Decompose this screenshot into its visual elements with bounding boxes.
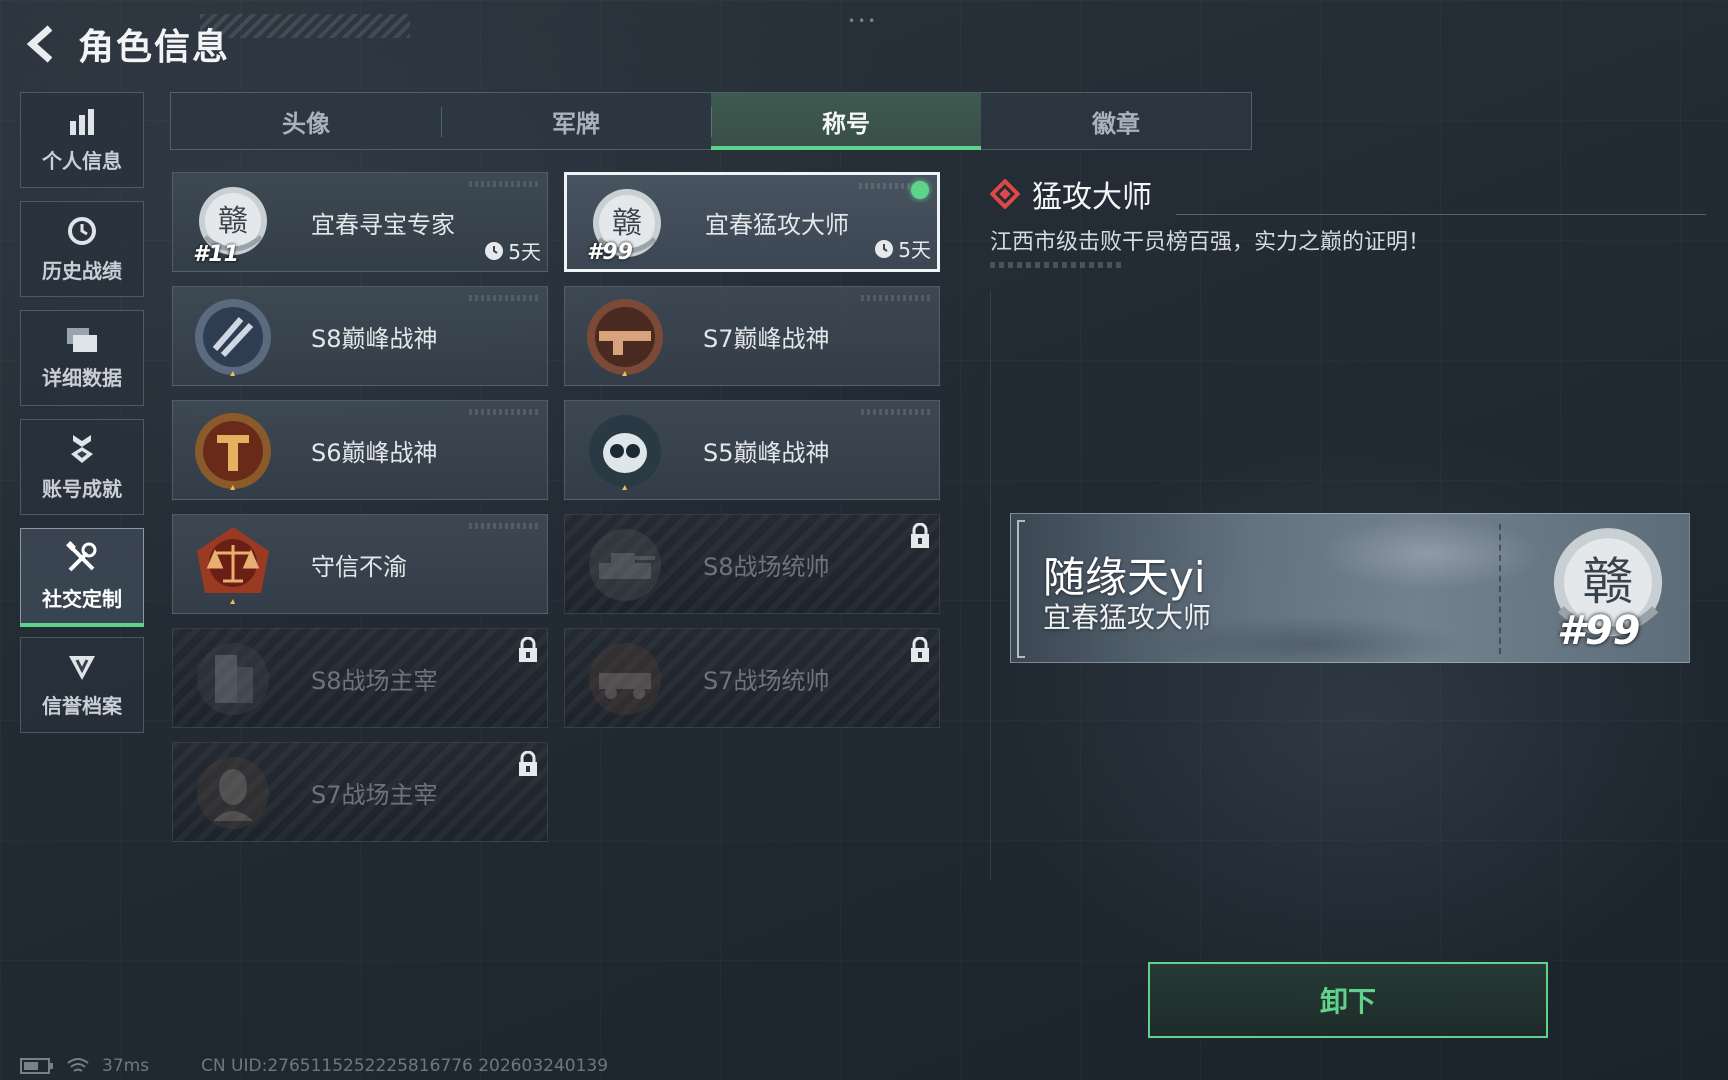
card-decoration <box>469 295 539 301</box>
uid-text: CN UID:276511525222581677​6 202603240139 <box>201 1056 609 1076</box>
svg-text:赣: 赣 <box>612 206 642 241</box>
title-name: S7巅峰战神 <box>703 324 830 353</box>
sidebar-item-achievements[interactable]: 账号成就 <box>20 419 144 515</box>
building-badge-icon <box>197 643 269 715</box>
sidebar-item-personal-info[interactable]: 个人信息 <box>20 92 144 188</box>
drag-handle: ••• <box>848 14 879 28</box>
ping-value: 37ms <box>102 1056 150 1076</box>
tab-avatar[interactable]: 头像 <box>171 93 441 149</box>
timer-value: 5天 <box>508 240 541 264</box>
s8-peak-badge-icon <box>195 299 271 376</box>
sidebar-item-label: 历史战绩 <box>42 258 122 283</box>
sidebar-item-social-custom[interactable]: 社交定制 <box>20 528 144 627</box>
card-decoration <box>469 523 539 529</box>
battery-icon <box>20 1058 53 1074</box>
title-name: 守信不渝 <box>311 552 407 581</box>
nameplate-rank: #99 <box>1557 608 1641 654</box>
card-decoration <box>469 181 539 187</box>
card-decoration <box>861 295 931 301</box>
title-card-locked[interactable]: S7战场主宰 <box>172 742 548 842</box>
detail-decoration <box>990 262 1124 268</box>
title-name: S5巅峰战神 <box>703 438 830 467</box>
expiry-timer: 5天 <box>874 234 931 263</box>
detail-header: 猛攻大师 <box>990 172 1152 216</box>
title-card[interactable]: 守信不渝 <box>172 514 548 614</box>
s7-peak-badge-icon <box>587 299 663 376</box>
rank-label: #99 <box>587 240 633 265</box>
sidebar-item-history[interactable]: 历史战绩 <box>20 201 144 297</box>
sidebar: 个人信息 历史战绩 详细数据 账号成就 社交定制 信誉档案 <box>20 92 144 746</box>
detail-divider <box>1176 214 1706 215</box>
tab-badge[interactable]: 徽章 <box>981 93 1251 149</box>
title-name: S7战场统帅 <box>703 666 830 695</box>
lock-icon <box>911 523 929 548</box>
sidebar-item-label: 账号成就 <box>42 476 122 501</box>
bar-chart-icon <box>67 107 97 137</box>
history-clock-icon <box>66 215 98 247</box>
lock-icon <box>519 637 537 662</box>
vehicle-badge-icon <box>589 643 661 715</box>
title-card[interactable]: S8巅峰战神 <box>172 286 548 386</box>
title-name: S8巅峰战神 <box>311 324 438 353</box>
wifi-icon <box>67 1058 89 1072</box>
card-decoration <box>861 409 931 415</box>
tab-dogtag[interactable]: 军牌 <box>441 93 711 149</box>
soldier-badge-icon <box>197 757 269 829</box>
title-card-locked[interactable]: S8战场统帅 <box>564 514 940 614</box>
s5-peak-badge-icon <box>589 415 661 490</box>
title-name: S8战场统帅 <box>703 552 830 581</box>
nameplate-preview: 随缘天yi 宜春猛攻大师 赣 #99 <box>1010 513 1690 663</box>
card-decoration <box>469 409 539 415</box>
title-name: S6巅峰战神 <box>311 438 438 467</box>
title-card-locked[interactable]: S8战场主宰 <box>172 628 548 728</box>
title-card-locked[interactable]: S7战场统帅 <box>564 628 940 728</box>
status-bar: 37ms CN UID:276511525222581677​6 2026032… <box>20 1056 608 1076</box>
lock-icon <box>911 637 929 662</box>
title-name: S7战场主宰 <box>311 780 438 809</box>
sidebar-item-credit[interactable]: 信誉档案 <box>20 637 144 733</box>
title-card[interactable]: 赣 #11 宜春寻宝专家 5天 <box>172 172 548 272</box>
category-tabs: 头像 军牌 称号 徽章 <box>170 92 1252 150</box>
tools-icon <box>65 540 99 575</box>
diamond-icon <box>990 179 1020 209</box>
title-card[interactable]: S5巅峰战神 <box>564 400 940 500</box>
clock-icon <box>485 241 504 260</box>
title-decoration <box>200 14 410 38</box>
header: 角色信息 <box>20 18 230 70</box>
title-name: S8战场主宰 <box>311 666 438 695</box>
folder-icon <box>65 326 99 354</box>
s6-peak-badge-icon <box>195 413 271 490</box>
sidebar-item-detailed-data[interactable]: 详细数据 <box>20 310 144 406</box>
plate-bracket <box>1017 520 1025 658</box>
expiry-timer: 5天 <box>484 236 541 265</box>
medal-icon <box>67 433 97 465</box>
back-button[interactable] <box>20 22 64 66</box>
svg-text:赣: 赣 <box>218 204 248 239</box>
rank-label: #11 <box>193 242 239 267</box>
timer-value: 5天 <box>898 238 931 262</box>
title-card[interactable]: S6巅峰战神 <box>172 400 548 500</box>
title-name: 宜春寻宝专家 <box>311 210 455 239</box>
detail-description: 江西市级击败干员榜百强，实力之巅的证明！ <box>990 230 1431 255</box>
tab-title[interactable]: 称号 <box>711 93 981 150</box>
equipped-indicator <box>911 181 929 199</box>
clock-icon <box>875 239 894 258</box>
scales-badge-icon <box>197 527 269 604</box>
lock-icon <box>519 751 537 776</box>
sidebar-item-label: 个人信息 <box>42 148 122 173</box>
nameplate-title: 宜春猛攻大师 <box>1043 601 1212 634</box>
back-arrow-icon <box>26 25 53 63</box>
svg-text:赣: 赣 <box>1583 552 1634 611</box>
sidebar-item-label: 社交定制 <box>42 586 122 611</box>
sidebar-item-label: 信誉档案 <box>42 693 122 718</box>
shield-icon <box>67 652 97 682</box>
unequip-button[interactable]: 卸下 <box>1148 962 1548 1038</box>
sidebar-item-label: 详细数据 <box>42 365 122 390</box>
title-card-selected[interactable]: 赣 #99 宜春猛攻大师 5天 <box>564 172 940 272</box>
title-card[interactable]: S7巅峰战神 <box>564 286 940 386</box>
tank-badge-icon <box>589 529 661 601</box>
plate-divider <box>1499 524 1501 654</box>
detail-title-name: 猛攻大师 <box>1032 180 1152 215</box>
title-name: 宜春猛攻大师 <box>705 210 849 239</box>
